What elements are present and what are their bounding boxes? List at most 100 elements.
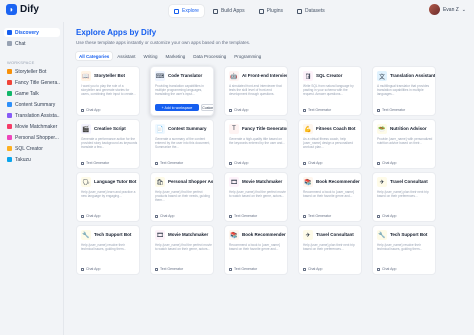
nav-plugins[interactable]: Plugins bbox=[254, 5, 288, 17]
app-card-name: Creative Script bbox=[94, 126, 126, 131]
movie-icon: 🎞 bbox=[229, 177, 239, 187]
app-type-label: Text Generator bbox=[229, 214, 257, 218]
tab-assistant[interactable]: Assistant bbox=[114, 52, 138, 60]
logo[interactable]: ◗ Dify bbox=[6, 4, 39, 15]
support-icon: 🔧 bbox=[377, 230, 387, 240]
app-card[interactable]: 🎞 Movie Matchmaker Help {user_name} find t… bbox=[224, 172, 288, 222]
app-card-name: Storyteller Bot bbox=[94, 73, 126, 78]
add-to-workspace-button[interactable]: + Add to workspace bbox=[155, 104, 199, 111]
tab-programming[interactable]: Programming bbox=[231, 52, 264, 60]
page-title: Explore Apps by Dify bbox=[76, 28, 157, 37]
app-card[interactable]: 📚Book Recommender Bot Recommend a book to… bbox=[298, 172, 362, 222]
main-content: Explore Apps by Dify Use these template … bbox=[65, 22, 474, 335]
app-card-description: As a virtual fitness coach, help {user_n… bbox=[303, 137, 353, 149]
app-card[interactable]: ✈ Travel Consultant Help {user_name} plan … bbox=[298, 225, 362, 275]
app-card[interactable]: ✈ Travel Consultant Help {user_name} plan … bbox=[372, 172, 436, 222]
app-type-text: Text Generator bbox=[382, 108, 406, 112]
app-type-label: Chat App bbox=[377, 161, 396, 165]
nutrition-icon: 🥗 bbox=[377, 124, 387, 134]
app-card[interactable]: 🎬 Creative Script Generate a performance a… bbox=[76, 119, 140, 169]
text-icon bbox=[155, 161, 158, 165]
app-card[interactable]: 📄 Contest Summary Generate a summary of th… bbox=[150, 119, 214, 169]
app-icon bbox=[7, 157, 12, 162]
sidebar-item-label: SQL Creator bbox=[15, 145, 43, 152]
chat-icon bbox=[377, 214, 380, 218]
sidebar-app-item[interactable]: Content Summary bbox=[4, 100, 60, 109]
nav-explore[interactable]: Explore bbox=[169, 5, 204, 17]
sidebar-item-label: Chat bbox=[15, 40, 26, 47]
main-nav: Explore Build Apps Plugins Datasets bbox=[169, 5, 330, 17]
sidebar-app-item[interactable]: Movie Matchmaker bbox=[4, 122, 60, 131]
robot-icon: 🤖 bbox=[229, 71, 239, 81]
app-type-label: Chat App bbox=[377, 214, 396, 218]
app-card[interactable]: 🗣 Language Tutor Bot Help {user_name} lear… bbox=[76, 172, 140, 222]
app-type-text: Text Generator bbox=[160, 161, 184, 165]
sidebar-app-item[interactable]: SQL Creator bbox=[4, 144, 60, 153]
app-card[interactable]: 🔧 Tech Support Bot Help {user_name} resolv… bbox=[76, 225, 140, 275]
app-card[interactable]: 🤖AI Front-end Interviewer A simulated fro… bbox=[224, 66, 288, 116]
app-type-label: Chat App bbox=[303, 161, 322, 165]
app-type-text: Text Generator bbox=[234, 214, 258, 218]
customize-button[interactable]: Customize bbox=[201, 104, 213, 111]
tab-marketing[interactable]: Marketing bbox=[162, 52, 188, 60]
app-card[interactable]: 📚Book Recommender Bot Recommend a book to… bbox=[224, 225, 288, 275]
sidebar: Discovery Chat WORKSPACE Storyteller Bot… bbox=[0, 22, 64, 335]
title-icon: T bbox=[229, 124, 239, 134]
user-menu[interactable]: Evan Z ⌄ bbox=[428, 4, 466, 15]
app-card[interactable]: 📖 Storyteller Bot I want you to play the r… bbox=[76, 66, 140, 116]
app-card-actions: + Add to workspaceCustomize bbox=[155, 104, 213, 111]
app-card[interactable]: ⌨ Code Translator Providing translation ca… bbox=[150, 66, 214, 116]
tab-writing[interactable]: Writing bbox=[141, 52, 161, 60]
app-card-description: Help {user_name} find the perfect movie … bbox=[155, 243, 212, 251]
tab-data-processing[interactable]: Data Processing bbox=[190, 52, 229, 60]
nav-build-apps[interactable]: Build Apps bbox=[208, 5, 250, 17]
brand-name: Dify bbox=[20, 4, 39, 15]
sidebar-app-item[interactable]: Translation Assista... bbox=[4, 111, 60, 120]
app-card-name: Translation Assistant bbox=[390, 73, 436, 78]
sidebar-app-item[interactable]: Storyteller Bot bbox=[4, 67, 60, 76]
sidebar-item-discovery[interactable]: Discovery bbox=[4, 28, 60, 37]
app-type-label: Text Generator bbox=[155, 267, 183, 271]
app-type-text: Chat App bbox=[308, 161, 323, 165]
sidebar-app-item[interactable]: Takuzu bbox=[4, 155, 60, 164]
chat-icon bbox=[229, 161, 232, 165]
shopping-icon: 🛍 bbox=[155, 177, 165, 187]
app-card[interactable]: 🛍Personal Shopper Assistant Help {user_na… bbox=[150, 172, 214, 222]
app-card[interactable]: T Fancy Title Generator Generate a high-qu… bbox=[224, 119, 288, 169]
text-icon bbox=[229, 267, 232, 271]
sidebar-app-item[interactable]: Game Talk bbox=[4, 89, 60, 98]
app-card[interactable]: 🛢 SQL Creator Write SQL from natural langu… bbox=[298, 66, 362, 116]
app-card-name: Book Recommender Bot bbox=[316, 179, 361, 184]
app-card[interactable]: 🥗 Nutrition Advisor Provide {user_name} wi… bbox=[372, 119, 436, 169]
plugin-icon bbox=[258, 8, 264, 14]
nav-datasets[interactable]: Datasets bbox=[292, 5, 330, 17]
app-type-text: Chat App bbox=[86, 267, 101, 271]
app-card[interactable]: 💪 Fitness Coach Bot As a virtual fitness c… bbox=[298, 119, 362, 169]
app-type-text: Chat App bbox=[234, 108, 249, 112]
sidebar-app-item[interactable]: Personal Shopper... bbox=[4, 133, 60, 142]
app-type-label: Chat App bbox=[81, 108, 100, 112]
sidebar-item-label: Discovery bbox=[15, 29, 39, 36]
sidebar-app-item[interactable]: Fancy Title Genera... bbox=[4, 78, 60, 87]
app-type-label: Text Generator bbox=[377, 108, 405, 112]
app-card-description: I want you to play the role of a storyte… bbox=[81, 84, 136, 96]
top-bar: ◗ Dify Explore Build Apps Plugins Datase… bbox=[0, 0, 474, 22]
app-card-description: Help {user_name} plan their next trip ba… bbox=[377, 190, 429, 198]
app-type-text: Chat App bbox=[160, 214, 175, 218]
text-icon bbox=[229, 214, 232, 218]
app-card-name: Travel Consultant bbox=[316, 232, 354, 237]
app-card-name: Book Recommender Bot bbox=[242, 232, 287, 237]
nav-plugins-label: Plugins bbox=[266, 8, 283, 14]
sidebar-item-chat[interactable]: Chat bbox=[4, 39, 60, 48]
app-icon bbox=[7, 135, 12, 140]
app-type-text: Chat App bbox=[382, 161, 397, 165]
app-card[interactable]: 🎞 Movie Matchmaker Help {user_name} find t… bbox=[150, 225, 214, 275]
chat-icon bbox=[377, 267, 380, 271]
dataset-icon bbox=[297, 8, 302, 14]
tab-all-categories[interactable]: All Categories bbox=[76, 52, 113, 60]
app-card-name: Fitness Coach Bot bbox=[316, 126, 356, 131]
app-card[interactable]: 🔧 Tech Support Bot Help {user_name} resolv… bbox=[372, 225, 436, 275]
app-card[interactable]: 文 Translation Assistant A multilingual tra… bbox=[372, 66, 436, 116]
support-icon: 🔧 bbox=[81, 230, 91, 240]
category-tabs: All Categories Assistant Writing Marketi… bbox=[76, 52, 264, 60]
